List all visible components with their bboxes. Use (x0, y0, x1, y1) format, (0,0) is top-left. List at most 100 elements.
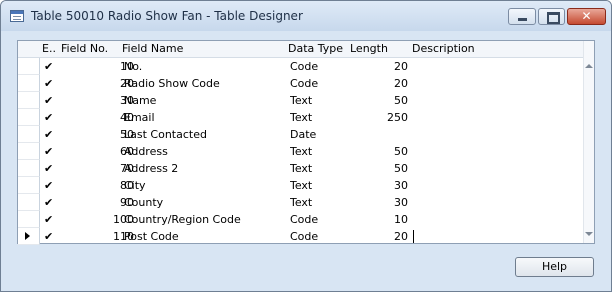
field-name-cell[interactable]: Address (124, 143, 290, 160)
data-type-cell[interactable]: Text (290, 109, 350, 126)
table-row[interactable]: ✔ 10 No. Code 20 (18, 58, 586, 75)
length-cell[interactable] (348, 126, 408, 143)
row-selector[interactable] (18, 92, 40, 109)
scroll-down-icon[interactable] (585, 232, 593, 236)
length-cell[interactable]: 10 (348, 211, 408, 228)
field-no-cell[interactable]: 50 (56, 126, 134, 143)
title-bar[interactable]: Table 50010 Radio Show Fan - Table Desig… (1, 1, 611, 31)
enabled-cell[interactable]: ✔ (44, 177, 56, 194)
field-name-cell[interactable]: City (124, 177, 290, 194)
length-cell[interactable]: 20 (348, 228, 408, 245)
row-selector[interactable] (18, 109, 40, 126)
enabled-cell[interactable]: ✔ (44, 109, 56, 126)
data-type-cell[interactable]: Text (290, 160, 350, 177)
scroll-up-icon[interactable] (585, 64, 593, 68)
column-header-data-type[interactable]: Data Type (288, 41, 343, 57)
length-cell[interactable]: 50 (348, 160, 408, 177)
row-selector[interactable] (18, 58, 40, 75)
maximize-button[interactable] (538, 8, 565, 25)
field-name-cell[interactable]: Last Contacted (124, 126, 290, 143)
description-cell[interactable] (412, 228, 582, 245)
field-no-cell[interactable]: 100 (56, 211, 134, 228)
table-row[interactable]: ✔ 80 City Text 30 (18, 177, 586, 194)
column-header-field-no[interactable]: Field No. (61, 41, 108, 57)
row-selector[interactable] (18, 160, 40, 177)
data-type-cell[interactable]: Date (290, 126, 350, 143)
table-row[interactable]: ✔ 90 County Text 30 (18, 194, 586, 211)
field-no-cell[interactable]: 110 (56, 228, 134, 245)
data-type-cell[interactable]: Code (290, 211, 350, 228)
table-row[interactable]: ✔ 30 Name Text 50 (18, 92, 586, 109)
row-selector[interactable] (18, 75, 40, 92)
table-row[interactable]: ✔ 50 Last Contacted Date (18, 126, 586, 143)
description-cell[interactable] (412, 194, 582, 211)
enabled-cell[interactable]: ✔ (44, 143, 56, 160)
description-cell[interactable] (412, 143, 582, 160)
description-cell[interactable] (412, 75, 582, 92)
length-cell[interactable]: 20 (348, 58, 408, 75)
row-selector[interactable] (18, 194, 40, 211)
description-cell[interactable] (412, 92, 582, 109)
field-no-cell[interactable]: 80 (56, 177, 134, 194)
description-cell[interactable] (412, 58, 582, 75)
minimize-button[interactable] (508, 8, 536, 25)
field-name-cell[interactable]: County (124, 194, 290, 211)
row-selector[interactable] (18, 143, 40, 160)
field-no-cell[interactable]: 60 (56, 143, 134, 160)
field-no-cell[interactable]: 30 (56, 92, 134, 109)
field-no-cell[interactable]: 20 (56, 75, 134, 92)
vertical-scrollbar[interactable] (583, 41, 594, 243)
row-selector[interactable] (18, 228, 40, 245)
field-name-cell[interactable]: Name (124, 92, 290, 109)
enabled-cell[interactable]: ✔ (44, 228, 56, 245)
table-row[interactable]: ✔ 60 Address Text 50 (18, 143, 586, 160)
description-cell[interactable] (412, 211, 582, 228)
length-cell[interactable]: 30 (348, 194, 408, 211)
column-header-field-name[interactable]: Field Name (122, 41, 183, 57)
close-button[interactable]: ✕ (567, 8, 606, 25)
enabled-cell[interactable]: ✔ (44, 75, 56, 92)
length-cell[interactable]: 50 (348, 143, 408, 160)
data-type-cell[interactable]: Code (290, 228, 350, 245)
row-selector[interactable] (18, 177, 40, 194)
table-row[interactable]: ✔ 20 Radio Show Code Code 20 (18, 75, 586, 92)
description-cell[interactable] (412, 177, 582, 194)
field-name-cell[interactable]: Country/Region Code (124, 211, 290, 228)
enabled-cell[interactable]: ✔ (44, 194, 56, 211)
length-cell[interactable]: 30 (348, 177, 408, 194)
length-cell[interactable]: 250 (348, 109, 408, 126)
description-cell[interactable] (412, 109, 582, 126)
row-selector[interactable] (18, 126, 40, 143)
enabled-cell[interactable]: ✔ (44, 160, 56, 177)
row-selector[interactable] (18, 211, 40, 228)
field-name-cell[interactable]: Radio Show Code (124, 75, 290, 92)
data-type-cell[interactable]: Code (290, 75, 350, 92)
length-cell[interactable]: 20 (348, 75, 408, 92)
field-name-cell[interactable]: Email (124, 109, 290, 126)
enabled-cell[interactable]: ✔ (44, 58, 56, 75)
length-cell[interactable]: 50 (348, 92, 408, 109)
field-no-cell[interactable]: 90 (56, 194, 134, 211)
enabled-cell[interactable]: ✔ (44, 92, 56, 109)
table-row[interactable]: ✔ 40 Email Text 250 (18, 109, 586, 126)
enabled-cell[interactable]: ✔ (44, 126, 56, 143)
help-button[interactable]: Help (515, 257, 594, 277)
description-cell[interactable] (412, 160, 582, 177)
field-no-cell[interactable]: 10 (56, 58, 134, 75)
data-type-cell[interactable]: Text (290, 143, 350, 160)
column-header-length[interactable]: Length (350, 41, 388, 57)
table-row[interactable]: ✔ 100 Country/Region Code Code 10 (18, 211, 586, 228)
field-no-cell[interactable]: 70 (56, 160, 134, 177)
data-type-cell[interactable]: Code (290, 58, 350, 75)
column-header-description[interactable]: Description (412, 41, 475, 57)
field-no-cell[interactable]: 40 (56, 109, 134, 126)
enabled-cell[interactable]: ✔ (44, 211, 56, 228)
column-header-enabled[interactable]: E.. (42, 41, 56, 57)
field-name-cell[interactable]: No. (124, 58, 290, 75)
data-type-cell[interactable]: Text (290, 92, 350, 109)
field-name-cell[interactable]: Post Code (124, 228, 290, 245)
description-cell[interactable] (412, 126, 582, 143)
fields-grid[interactable]: E.. Field No. Field Name Data Type Lengt… (17, 40, 595, 245)
data-type-cell[interactable]: Text (290, 194, 350, 211)
field-name-cell[interactable]: Address 2 (124, 160, 290, 177)
